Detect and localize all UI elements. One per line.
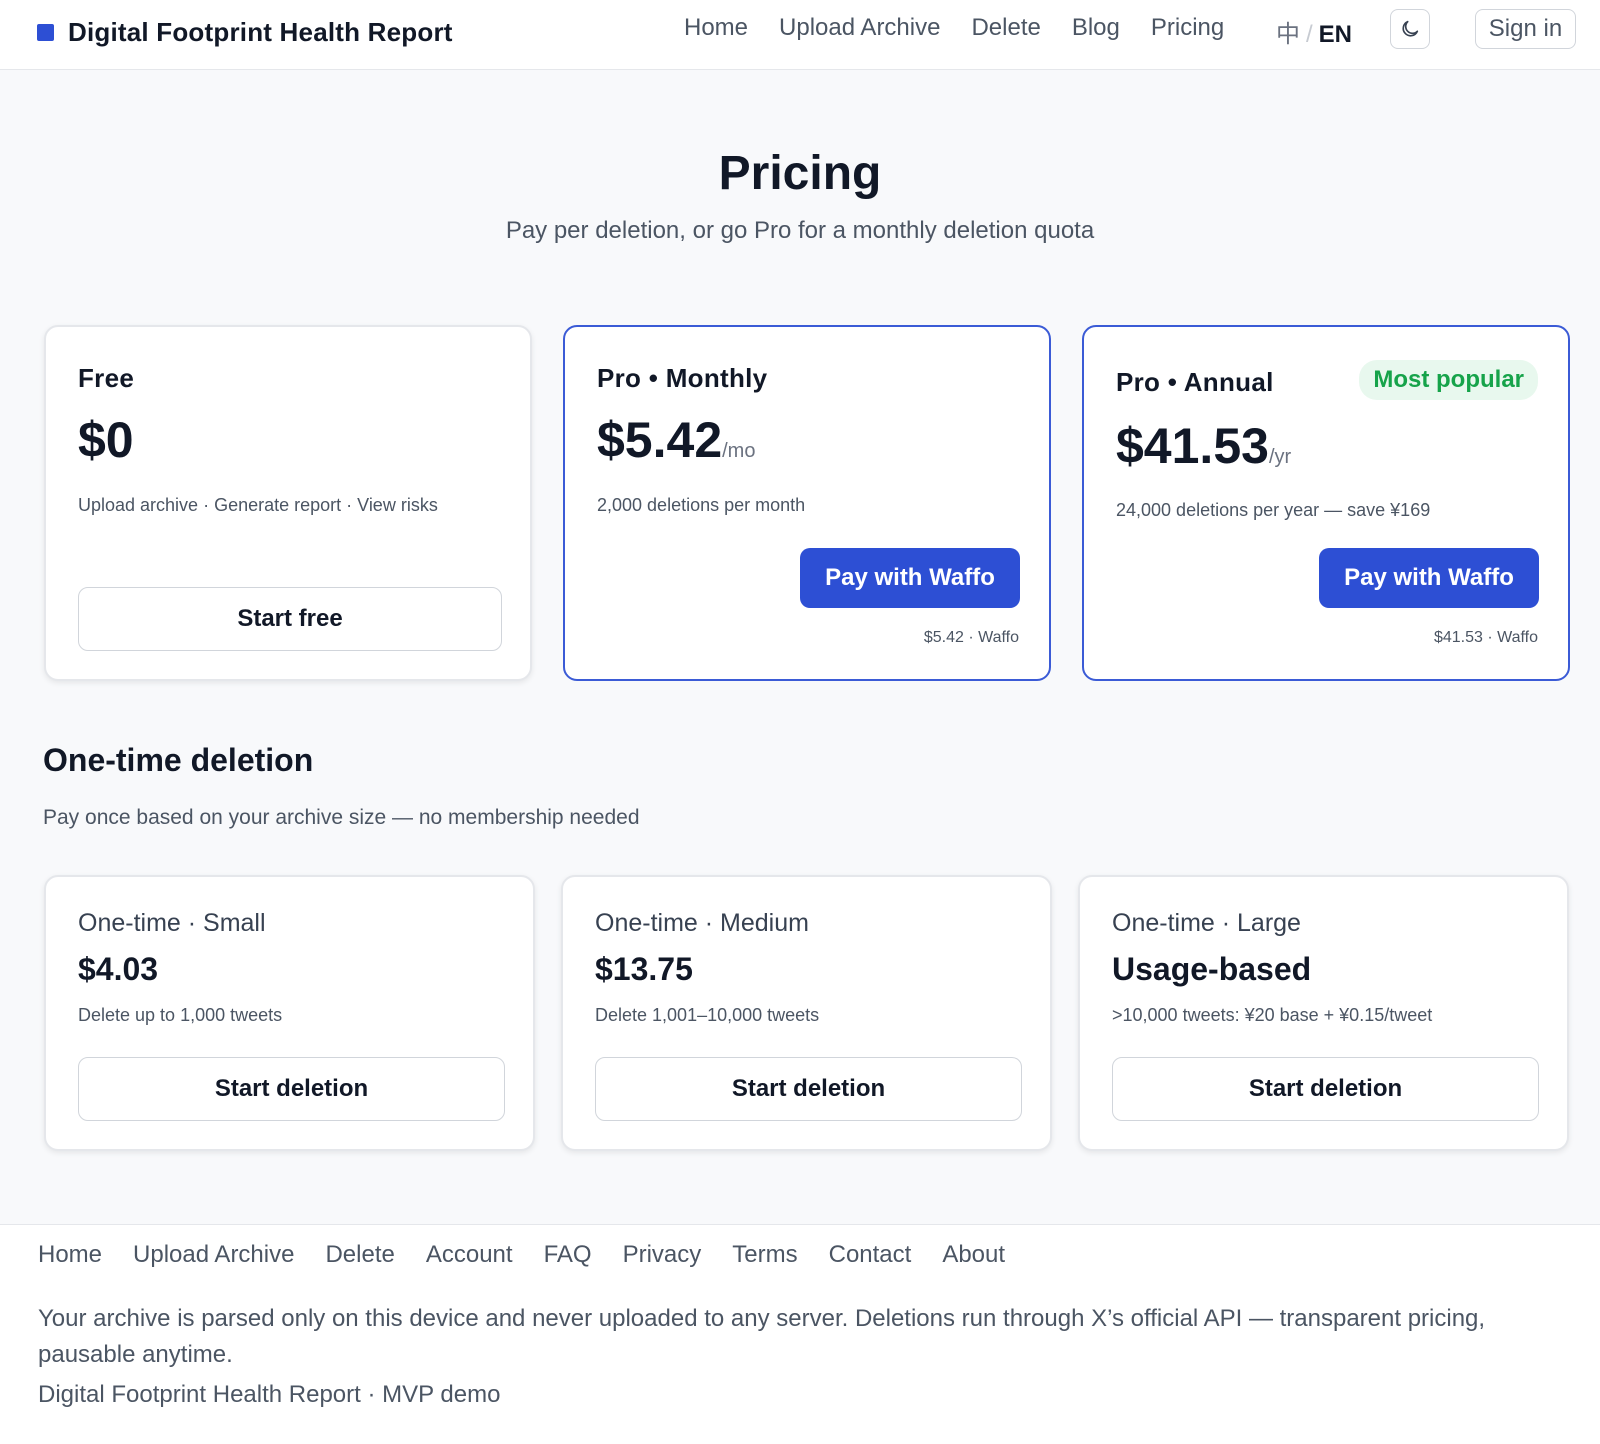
start-free-button[interactable]: Start free [78, 587, 502, 651]
footer-link-contact[interactable]: Contact [829, 1241, 912, 1269]
plan-description: 2,000 deletions per month [597, 495, 806, 515]
one-time-plan-description: >10,000 tweets: ¥20 base + ¥0.15/tweet [1112, 1005, 1433, 1025]
moon-icon [1402, 20, 1419, 37]
nav-upload-archive[interactable]: Upload Archive [779, 14, 940, 42]
one-time-plan-price: Usage-based [1112, 951, 1312, 987]
footer-link-upload-archive[interactable]: Upload Archive [133, 1241, 294, 1269]
plan-price-unit: /mo [722, 440, 756, 462]
one-time-plan-description: Delete up to 1,000 tweets [78, 1005, 283, 1025]
footer-privacy-note: Your archive is parsed only on this devi… [38, 1305, 1486, 1368]
page-subtitle: Pay per deletion, or go Pro for a monthl… [505, 217, 1095, 244]
plan-price-amount: $0 [78, 412, 134, 468]
lang-separator: / [1306, 21, 1313, 48]
footer-nav: Home Upload Archive Delete Account FAQ P… [38, 1241, 1036, 1269]
one-time-card-medium: One-time · Medium $13.75 Delete 1,001–10… [561, 875, 1052, 1151]
brand[interactable]: Digital Footprint Health Report [37, 17, 453, 48]
footer-link-delete[interactable]: Delete [325, 1241, 394, 1269]
top-navbar: Digital Footprint Health Report Home Upl… [0, 0, 1600, 70]
footer-link-home[interactable]: Home [38, 1241, 102, 1269]
footer-link-faq[interactable]: FAQ [544, 1241, 592, 1269]
footer-copyright: Digital Footprint Health Report · MVP de… [38, 1381, 501, 1408]
plan-price: $0 [78, 411, 134, 469]
plan-description: 24,000 deletions per year — save ¥169 [1116, 500, 1431, 520]
language-switcher: 中 / EN [1276, 14, 1352, 49]
pay-with-waffo-button[interactable]: Pay with Waffo [1319, 548, 1539, 608]
sign-in-button[interactable]: Sign in [1475, 9, 1576, 49]
one-time-plan-name: One-time · Small [78, 909, 266, 937]
plan-price-amount: $5.42 [597, 412, 723, 468]
plan-description: Upload archive · Generate report · View … [78, 495, 438, 515]
main-nav: Home Upload Archive Delete Blog Pricing [684, 14, 1255, 42]
start-deletion-button[interactable]: Start deletion [1112, 1057, 1539, 1121]
start-deletion-button[interactable]: Start deletion [78, 1057, 505, 1121]
plan-name: Free [78, 363, 135, 393]
plan-card-free: Free $0 Upload archive · Generate report… [44, 325, 532, 681]
start-deletion-button[interactable]: Start deletion [595, 1057, 1022, 1121]
payment-note: $5.42 · Waffo [923, 629, 1019, 646]
plan-card-pro-annual: Pro • Annual Most popular $41.53/yr 24,0… [1082, 325, 1570, 681]
plan-name: Pro • Annual [1116, 367, 1274, 397]
one-time-plan-description: Delete 1,001–10,000 tweets [595, 1005, 820, 1025]
plan-price-unit: /yr [1268, 446, 1292, 468]
one-time-plan-price: $4.03 [78, 951, 159, 987]
most-popular-badge: Most popular [1359, 360, 1538, 400]
one-time-plan-price: $13.75 [595, 951, 693, 987]
nav-blog[interactable]: Blog [1072, 14, 1120, 42]
one-time-card-small: One-time · Small $4.03 Delete up to 1,00… [44, 875, 535, 1151]
footer-link-account[interactable]: Account [426, 1241, 513, 1269]
plan-name: Pro • Monthly [597, 363, 768, 393]
one-time-plan-name: One-time · Medium [595, 909, 809, 937]
lang-en-option[interactable]: EN [1319, 21, 1352, 48]
brand-title: Digital Footprint Health Report [68, 17, 453, 47]
plan-price-amount: $41.53 [1116, 418, 1269, 474]
site-footer: Home Upload Archive Delete Account FAQ P… [0, 1224, 1600, 1444]
nav-home[interactable]: Home [684, 14, 748, 42]
payment-note: $41.53 · Waffo [1433, 629, 1538, 646]
footer-link-terms[interactable]: Terms [732, 1241, 797, 1269]
footer-link-about[interactable]: About [942, 1241, 1005, 1269]
pay-with-waffo-button[interactable]: Pay with Waffo [800, 548, 1020, 608]
lang-zh-option[interactable]: 中 [1276, 21, 1300, 48]
brand-logo-icon [37, 24, 54, 41]
one-time-section-title: One-time deletion [43, 742, 314, 778]
one-time-card-large: One-time · Large Usage-based >10,000 twe… [1078, 875, 1569, 1151]
one-time-section-subtitle: Pay once based on your archive size — no… [43, 806, 640, 829]
plan-price: $5.42/mo [597, 411, 755, 469]
nav-pricing[interactable]: Pricing [1151, 14, 1224, 42]
plan-price: $41.53/yr [1116, 417, 1291, 475]
nav-delete[interactable]: Delete [971, 14, 1040, 42]
theme-toggle-button[interactable] [1390, 9, 1430, 49]
footer-link-privacy[interactable]: Privacy [623, 1241, 702, 1269]
page-title: Pricing [718, 147, 882, 200]
one-time-plan-name: One-time · Large [1112, 909, 1301, 937]
plan-card-pro-monthly: Pro • Monthly $5.42/mo 2,000 deletions p… [563, 325, 1051, 681]
